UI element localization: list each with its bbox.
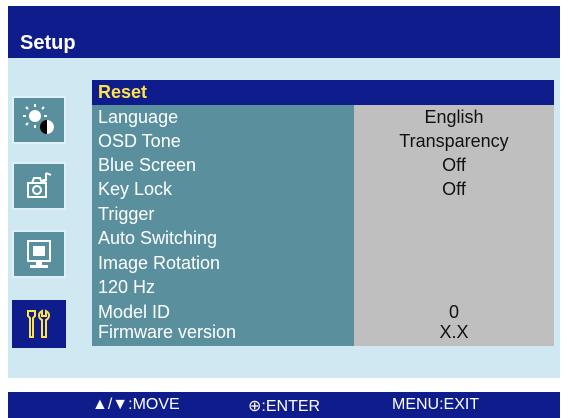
menu-item-label: OSD Tone (98, 131, 181, 151)
menu-item-label: Key Lock (98, 179, 173, 199)
menu-item-auto-switching[interactable]: Auto Switching (92, 226, 554, 251)
menu-item-image-rotation[interactable]: Image Rotation (92, 251, 554, 276)
menu-item-label: Image Rotation (98, 253, 221, 273)
menu-item-language[interactable]: Language English (92, 105, 554, 130)
tools-icon (27, 309, 50, 338)
menu-item-label: 120 Hz (98, 277, 156, 297)
tab-display[interactable] (12, 230, 66, 278)
menu-item-osd-tone[interactable]: OSD Tone Transparency (92, 129, 554, 154)
tab-setup[interactable] (12, 300, 66, 348)
osd-window: Setup Reset Language English OSD Tone Tr… (0, 0, 568, 418)
menu-item-label: Trigger (98, 204, 155, 224)
menu-item-trigger[interactable]: Trigger (92, 202, 554, 227)
title-bar: Setup (8, 6, 560, 58)
audio-icon (27, 172, 52, 198)
move-hint: ▲/▼:MOVE (92, 396, 180, 413)
menu-item-value: X.X (439, 322, 469, 342)
menu-item-reset[interactable]: Reset (92, 80, 554, 105)
tab-audio[interactable] (12, 162, 66, 210)
menu-item-value: Off (442, 155, 466, 175)
menu-item-key-lock[interactable]: Key Lock Off (92, 177, 554, 202)
menu-item-value: Transparency (399, 131, 509, 151)
menu-item-label: Blue Screen (98, 155, 197, 175)
tab-picture[interactable] (12, 96, 66, 144)
footer-hints: ▲/▼:MOVE ⊕:ENTER MENU:EXIT (8, 392, 560, 418)
brightness-contrast-icon (23, 104, 54, 134)
menu-item-120hz[interactable]: 120 Hz (92, 275, 554, 300)
menu-panel: Reset Language English OSD Tone Transpar… (92, 80, 554, 346)
menu-item-value: Off (442, 179, 466, 199)
menu-item-label: Firmware version (98, 322, 237, 342)
display-icon (27, 240, 51, 268)
exit-hint: MENU:EXIT (392, 396, 480, 413)
enter-hint: ⊕:ENTER (248, 398, 321, 415)
menu-item-label: Language (98, 107, 179, 127)
menu-item-label: Auto Switching (98, 228, 218, 248)
menu-item-value: English (424, 107, 484, 127)
menu-item-blue-screen[interactable]: Blue Screen Off (92, 153, 554, 178)
menu-item-label: Reset (98, 82, 148, 102)
window-title: Setup (20, 32, 76, 54)
menu-item-firmware-version[interactable]: Firmware version X.X (92, 320, 554, 345)
